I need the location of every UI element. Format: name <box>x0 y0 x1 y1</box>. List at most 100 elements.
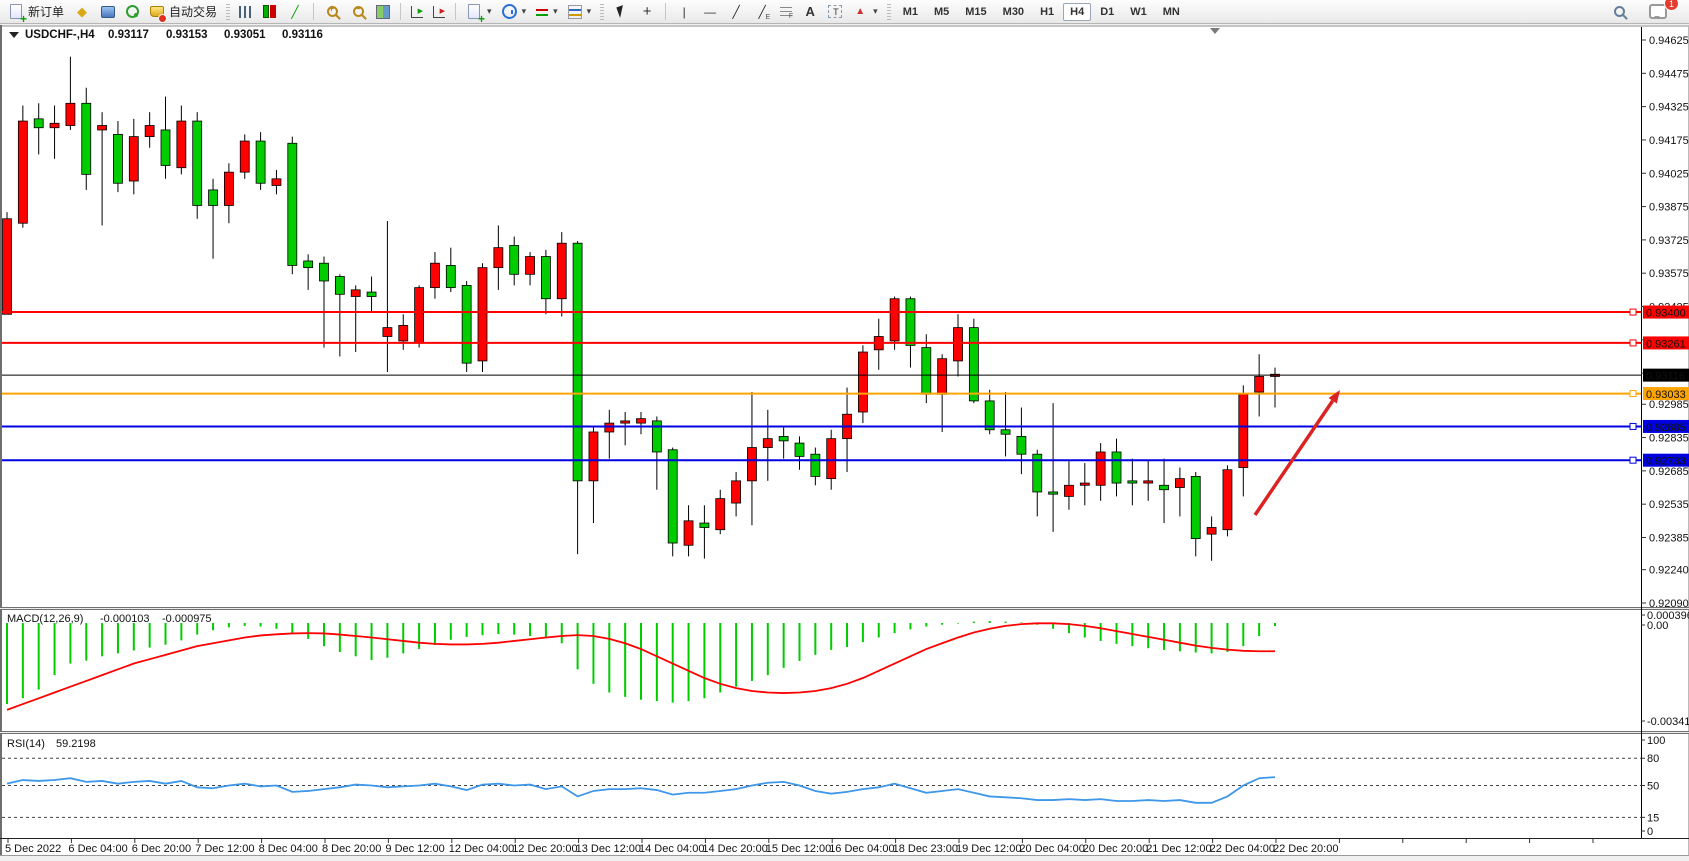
svg-text:50: 50 <box>1647 781 1659 793</box>
svg-text:0.93261: 0.93261 <box>1646 338 1686 350</box>
text-label-icon <box>828 5 842 18</box>
text-button[interactable] <box>798 2 822 22</box>
candle <box>969 328 978 401</box>
chart-area[interactable]: 0.946250.944750.943250.941750.940250.938… <box>0 25 1689 861</box>
candle <box>589 432 598 481</box>
svg-text:8 Dec 20:00: 8 Dec 20:00 <box>322 843 381 855</box>
indicators-button[interactable]: ▾ <box>532 4 562 20</box>
bar-chart-button[interactable] <box>235 4 255 20</box>
svg-text:20 Dec 20:00: 20 Dec 20:00 <box>1083 843 1148 855</box>
candle <box>1191 476 1200 538</box>
close-value: 0.93116 <box>282 29 323 41</box>
candle <box>50 123 59 127</box>
candle <box>716 499 725 530</box>
notifications-button[interactable]: 1 <box>1645 2 1671 21</box>
candle <box>1112 452 1121 483</box>
templates-icon <box>568 5 582 19</box>
candle <box>193 121 202 205</box>
new-order-button[interactable]: 新订单 <box>4 1 68 22</box>
candlestick-chart-button[interactable] <box>257 2 281 22</box>
search-button[interactable] <box>1607 2 1631 22</box>
new-order-icon <box>8 4 24 20</box>
tab-timeframe-m5[interactable]: M5 <box>927 3 956 21</box>
separator <box>313 3 314 20</box>
candle <box>335 277 344 295</box>
candle <box>779 436 788 440</box>
zoom-in-button[interactable]: + <box>320 2 344 22</box>
svg-text:0.92885: 0.92885 <box>1646 422 1686 434</box>
candle <box>637 419 646 423</box>
tab-timeframe-h1[interactable]: H1 <box>1033 3 1061 21</box>
signals-button[interactable] <box>122 3 143 20</box>
quotes-icon <box>74 4 90 20</box>
svg-text:0.94475: 0.94475 <box>1649 68 1689 80</box>
arrow-tools-icon <box>852 4 868 20</box>
separator <box>400 3 401 20</box>
templates-button[interactable]: ▾ <box>564 3 596 21</box>
candle <box>1207 527 1216 534</box>
trendline-button[interactable] <box>724 2 748 22</box>
svg-text:5 Dec 2022: 5 Dec 2022 <box>5 843 61 855</box>
tab-timeframe-h4[interactable]: H4 <box>1063 3 1091 21</box>
candle <box>351 290 360 297</box>
auto-scroll-button[interactable] <box>407 4 427 20</box>
tab-timeframe-m15[interactable]: M15 <box>958 3 993 21</box>
candle <box>145 126 154 137</box>
candle <box>684 521 693 545</box>
separator <box>665 3 666 20</box>
candle <box>1064 485 1073 496</box>
vertical-line-button[interactable] <box>672 2 696 22</box>
channel-button[interactable] <box>750 2 774 22</box>
candle <box>747 448 756 481</box>
svg-text:12 Dec 04:00: 12 Dec 04:00 <box>449 843 514 855</box>
svg-text:0.00: 0.00 <box>1647 620 1668 632</box>
line-chart-icon <box>287 4 303 20</box>
arrow-tools-button[interactable]: ▾ <box>848 2 882 22</box>
candle <box>478 268 487 361</box>
line-chart-button[interactable] <box>283 2 307 22</box>
crosshair-button[interactable] <box>635 2 659 22</box>
chart-shift-icon <box>433 6 445 18</box>
svg-text:6 Dec 20:00: 6 Dec 20:00 <box>132 843 191 855</box>
tab-timeframe-d1[interactable]: D1 <box>1093 3 1121 21</box>
horizontal-line-icon <box>702 4 718 20</box>
svg-text:100: 100 <box>1647 735 1665 747</box>
svg-text:0.92090: 0.92090 <box>1649 598 1689 610</box>
market-watch-button[interactable] <box>96 2 120 22</box>
chart-shift-button[interactable] <box>429 4 449 20</box>
candle <box>510 245 519 274</box>
candle <box>415 288 424 344</box>
tile-windows-button[interactable] <box>372 3 394 21</box>
period-button[interactable]: ▾ <box>498 2 531 21</box>
text-label-button[interactable] <box>824 3 846 20</box>
cursor-button[interactable] <box>609 2 633 22</box>
svg-text:0.94025: 0.94025 <box>1649 168 1689 180</box>
candle <box>177 121 186 168</box>
chevron-down-icon: ▾ <box>522 6 527 17</box>
fibonacci-icon <box>780 7 792 17</box>
svg-text:0.94325: 0.94325 <box>1649 102 1689 114</box>
fibonacci-button[interactable] <box>776 5 796 19</box>
quotes-button[interactable] <box>70 2 94 22</box>
mt4-window: 新订单 自动交易 + − ▾ ▾ ▾ ▾ ▾ <box>0 0 1689 861</box>
candle <box>1001 430 1010 434</box>
zoom-out-button[interactable]: − <box>346 2 370 22</box>
candle <box>890 299 899 341</box>
svg-text:15: 15 <box>1647 812 1659 824</box>
tab-timeframe-m30[interactable]: M30 <box>996 3 1031 21</box>
trendline-icon <box>728 4 744 20</box>
candle <box>573 243 582 481</box>
autotrade-button[interactable]: 自动交易 <box>145 1 221 22</box>
svg-text:15 Dec 12:00: 15 Dec 12:00 <box>766 843 831 855</box>
tab-timeframe-w1[interactable]: W1 <box>1123 3 1154 21</box>
new-chart-button[interactable]: ▾ <box>462 2 496 22</box>
candle <box>1239 394 1248 467</box>
candle <box>526 257 535 275</box>
candle <box>827 439 836 479</box>
toolbar-grip <box>887 4 891 20</box>
horizontal-line-button[interactable] <box>698 2 722 22</box>
tab-timeframe-mn[interactable]: MN <box>1156 3 1187 21</box>
candle <box>605 423 614 432</box>
text-icon <box>802 4 818 20</box>
tab-timeframe-m1[interactable]: M1 <box>896 3 925 21</box>
